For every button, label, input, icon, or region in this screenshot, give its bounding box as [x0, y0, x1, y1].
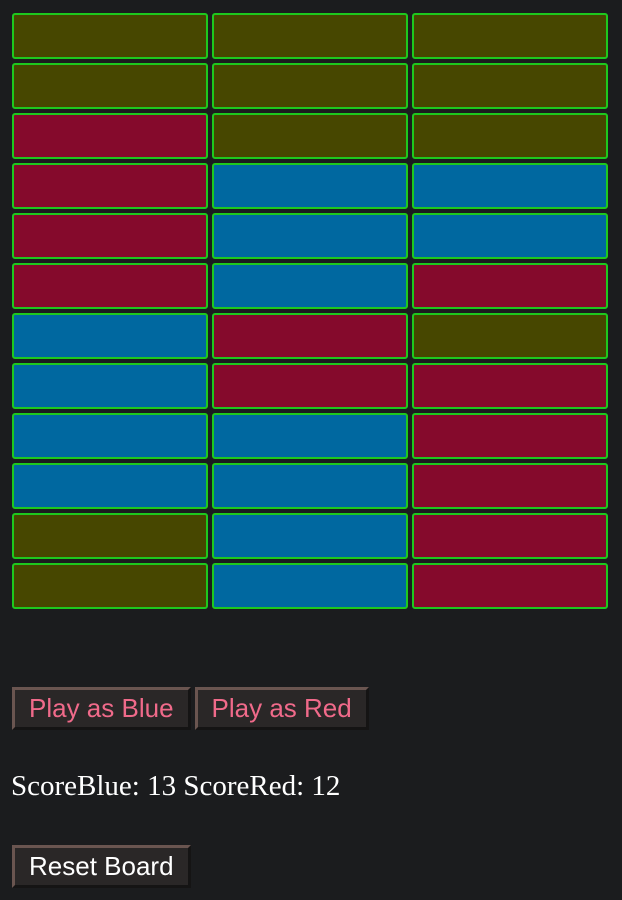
board-cell[interactable]: [212, 13, 408, 59]
board-cell[interactable]: [12, 13, 208, 59]
board-cell[interactable]: [212, 563, 408, 609]
board-cell[interactable]: [12, 363, 208, 409]
board-cell[interactable]: [12, 113, 208, 159]
player-controls: Play as Blue Play as Red: [12, 687, 369, 730]
play-as-red-button[interactable]: Play as Red: [194, 687, 369, 730]
board-cell[interactable]: [412, 463, 608, 509]
reset-board-button[interactable]: Reset Board: [12, 845, 191, 888]
board-cell[interactable]: [212, 413, 408, 459]
board-cell[interactable]: [412, 13, 608, 59]
board-cell[interactable]: [12, 513, 208, 559]
score-display: ScoreBlue: 13 ScoreRed: 12: [11, 770, 340, 803]
board-cell[interactable]: [12, 563, 208, 609]
board-cell[interactable]: [412, 63, 608, 109]
score-red-label: ScoreRed:: [183, 770, 305, 802]
board-cell[interactable]: [12, 463, 208, 509]
score-blue-label: ScoreBlue:: [11, 770, 140, 802]
board-cell[interactable]: [212, 463, 408, 509]
board-cell[interactable]: [12, 163, 208, 209]
board-cell[interactable]: [212, 363, 408, 409]
board-cell[interactable]: [412, 563, 608, 609]
board-cell[interactable]: [412, 163, 608, 209]
board-cell[interactable]: [412, 263, 608, 309]
score-blue-value: 13: [147, 770, 177, 802]
board-cell[interactable]: [412, 413, 608, 459]
board-cell[interactable]: [12, 263, 208, 309]
board-cell[interactable]: [12, 213, 208, 259]
board-cell[interactable]: [212, 263, 408, 309]
board-cell[interactable]: [212, 313, 408, 359]
board-cell[interactable]: [212, 213, 408, 259]
board-cell[interactable]: [212, 513, 408, 559]
board-cell[interactable]: [12, 413, 208, 459]
board-cell[interactable]: [412, 213, 608, 259]
board-cell[interactable]: [412, 363, 608, 409]
board-cell[interactable]: [12, 313, 208, 359]
board-cell[interactable]: [412, 513, 608, 559]
board-cell[interactable]: [212, 63, 408, 109]
board-cell[interactable]: [212, 163, 408, 209]
board-cell[interactable]: [212, 113, 408, 159]
board-cell[interactable]: [12, 63, 208, 109]
reset-area: Reset Board: [12, 845, 191, 888]
score-red-value: 12: [311, 770, 341, 802]
board-cell[interactable]: [412, 313, 608, 359]
game-board: [12, 13, 608, 609]
play-as-blue-button[interactable]: Play as Blue: [12, 687, 191, 730]
game-app: Play as Blue Play as Red ScoreBlue: 13 S…: [0, 0, 622, 900]
board-cell[interactable]: [412, 113, 608, 159]
